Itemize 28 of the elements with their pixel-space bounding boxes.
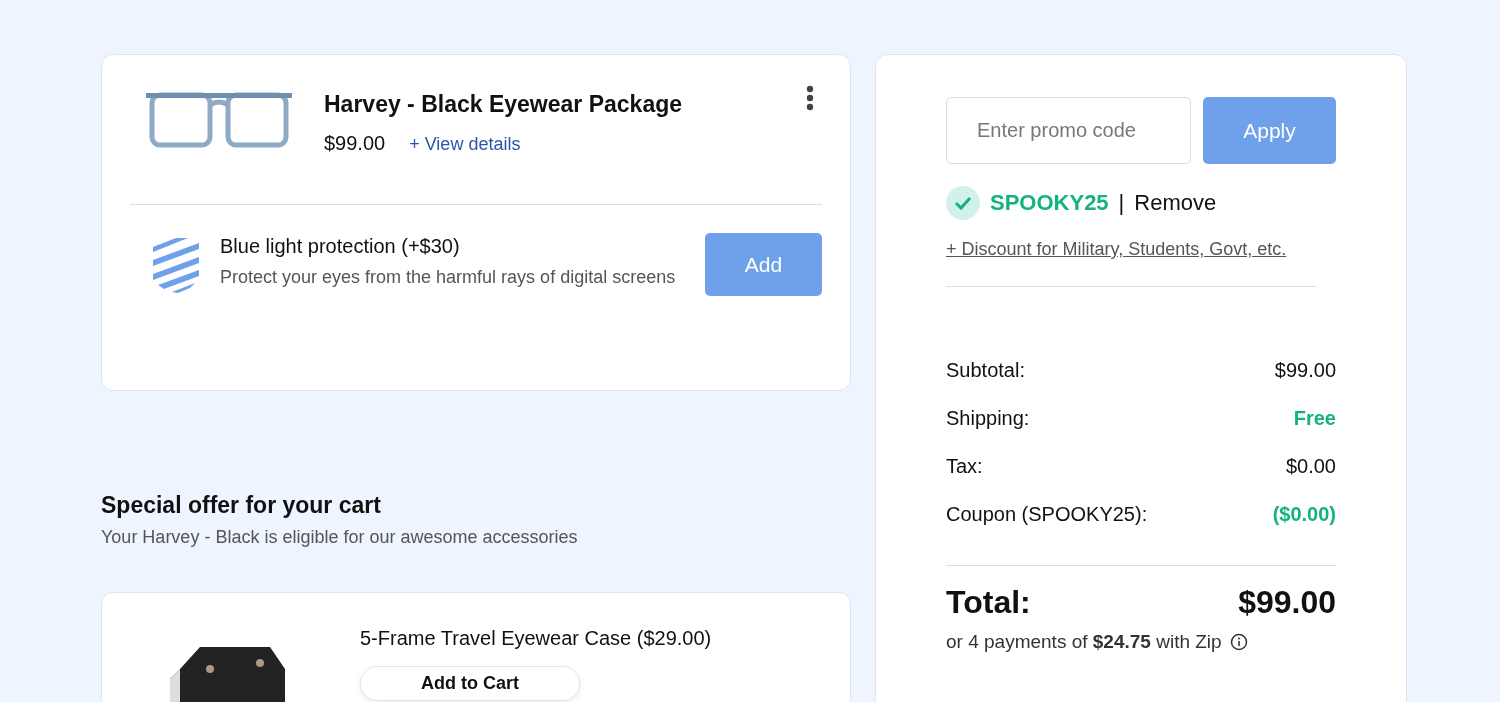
addon-description: Protect your eyes from the harmful rays of digital screens bbox=[220, 266, 677, 289]
summary-value: Free bbox=[1293, 407, 1336, 431]
product-title: Harvey - Black Eyewear Package bbox=[324, 91, 683, 118]
promo-code-field[interactable]: Enter promo code bbox=[946, 97, 1191, 164]
offer-subtitle: Your Harvey - Black is eligible for our awesome accessories bbox=[101, 527, 579, 548]
info-icon[interactable] bbox=[1229, 633, 1248, 651]
summary-value: ($0.00) bbox=[1272, 503, 1336, 527]
offer-heading: Special offer for your cart bbox=[101, 492, 382, 519]
installment-text: or 4 payments of $24.75 with Zip bbox=[946, 631, 1222, 653]
total-label: Total: bbox=[946, 584, 1031, 621]
summary-label: Subtotal: bbox=[946, 359, 1025, 383]
summary-value: $99.00 bbox=[1274, 359, 1336, 383]
separator: | bbox=[1118, 190, 1125, 216]
accessory-title: 5-Frame Travel Eyewear Case ($29.00) bbox=[360, 627, 712, 650]
coupon-code: SPOOKY25 bbox=[990, 190, 1109, 216]
remove-link[interactable]: Remove bbox=[1134, 190, 1217, 216]
summary-label: Tax: bbox=[946, 455, 983, 479]
summary-label: Shipping: bbox=[946, 407, 1030, 431]
discount-link[interactable]: + Discount for Military, Students, Govt, etc. bbox=[946, 234, 1316, 287]
product-price: $99.00 bbox=[324, 132, 386, 155]
more-options-icon[interactable] bbox=[806, 85, 814, 111]
view-details-link[interactable]: + View details bbox=[409, 134, 521, 155]
add-to-cart-button[interactable]: Add to Cart bbox=[360, 666, 580, 701]
total-value: $99.00 bbox=[1238, 584, 1336, 621]
summary-label: Coupon (SPOOKY25): bbox=[946, 503, 1148, 527]
addon-title: Blue light protection (+$30) bbox=[220, 235, 461, 258]
check-icon bbox=[946, 186, 980, 220]
summary-value: $0.00 bbox=[1285, 455, 1336, 479]
